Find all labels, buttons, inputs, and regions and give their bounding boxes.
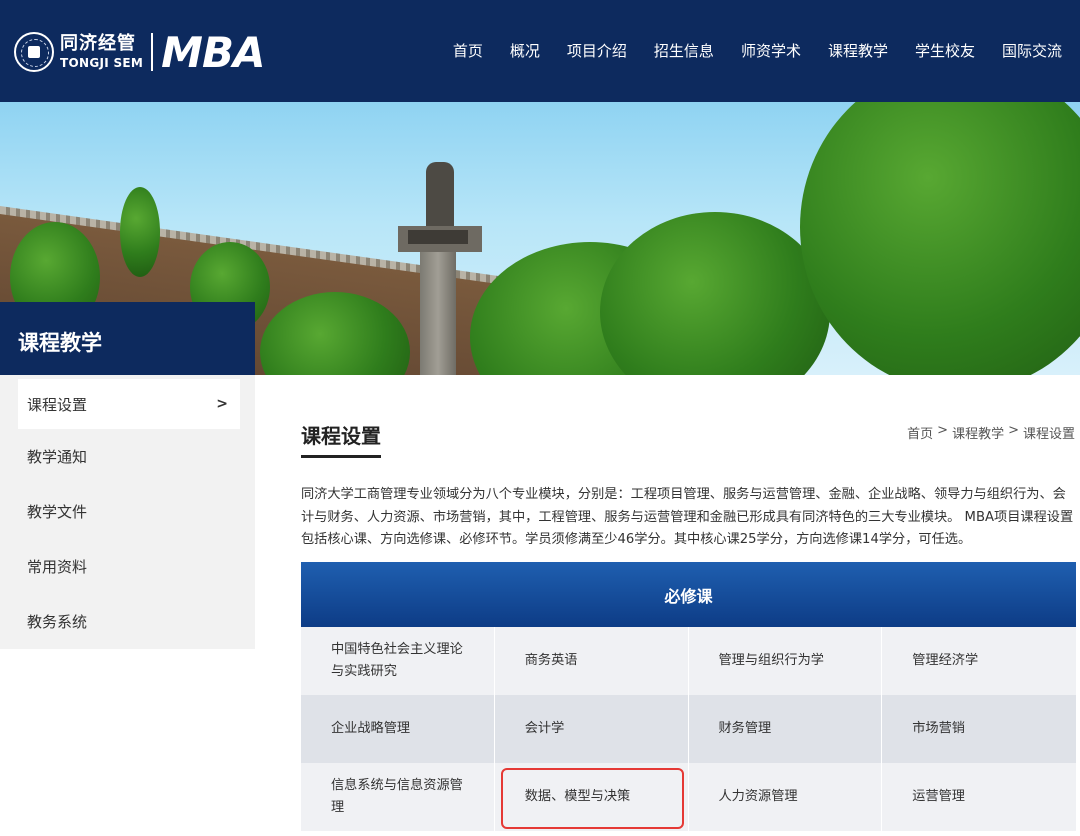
nav-faculty[interactable]: 师资学术 — [741, 40, 801, 61]
breadcrumb-separator: > — [1008, 423, 1019, 438]
sidebar-title: 课程教学 — [0, 302, 255, 375]
logo-text: 同济经管 TONGJI SEM — [60, 32, 144, 70]
nav-admissions[interactable]: 招生信息 — [654, 40, 714, 61]
breadcrumb-home[interactable]: 首页 — [907, 423, 933, 442]
university-seal-icon — [14, 32, 54, 72]
site-logo[interactable]: 同济经管 TONGJI SEM MBA — [14, 27, 265, 77]
table-cell: 管理与组织行为学 — [689, 627, 883, 695]
tree — [800, 102, 1080, 375]
logo-en: TONGJI SEM — [60, 55, 144, 70]
breadcrumb-curriculum[interactable]: 课程教学 — [952, 423, 1004, 442]
site-header: 同济经管 TONGJI SEM MBA 首页 概况 项目介绍 招生信息 师资学术… — [0, 0, 1080, 102]
required-courses-table: 必修课 中国特色社会主义理论与实践研究 商务英语 管理与组织行为学 管理经济学 … — [301, 562, 1076, 831]
monument-plaque — [408, 230, 468, 244]
nav-home[interactable]: 首页 — [453, 40, 483, 61]
breadcrumb-separator: > — [937, 423, 949, 438]
nav-program[interactable]: 项目介绍 — [567, 40, 627, 61]
table-cell: 会计学 — [495, 695, 689, 763]
table-cell: 财务管理 — [689, 695, 883, 763]
sidebar-item-academic-system[interactable]: 教务系统 — [0, 594, 255, 649]
sidebar-item-label: 教学通知 — [27, 448, 88, 466]
sidebar-item-label: 教学文件 — [27, 503, 88, 521]
main-nav: 首页 概况 项目介绍 招生信息 师资学术 课程教学 学生校友 国际交流 — [426, 40, 1062, 61]
page-title: 课程设置 — [301, 420, 381, 458]
breadcrumb: 首页 > 课程教学 > 课程设置 — [907, 423, 1075, 442]
intro-paragraph: 同济大学工商管理专业领域分为八个专业模块，分别是：工程项目管理、服务与运营管理、… — [301, 487, 1074, 547]
table-row: 企业战略管理 会计学 财务管理 市场营销 — [301, 695, 1076, 763]
nav-international[interactable]: 国际交流 — [1002, 40, 1062, 61]
tree — [600, 212, 830, 375]
table-cell: 中国特色社会主义理论与实践研究 — [301, 627, 495, 695]
monument-body — [420, 252, 456, 375]
nav-curriculum[interactable]: 课程教学 — [828, 40, 888, 61]
sidebar-item-label: 课程设置 — [27, 395, 88, 414]
table-cell: 商务英语 — [495, 627, 689, 695]
nav-overview[interactable]: 概况 — [510, 40, 540, 61]
table-cell: 市场营销 — [912, 721, 965, 736]
table-row: 信息系统与信息资源管理 数据、模型与决策 人力资源管理 运营管理 — [301, 763, 1076, 831]
tree — [120, 187, 160, 277]
highlight-box — [501, 768, 684, 829]
table-cell: 人力资源管理 — [689, 763, 883, 831]
sidebar-item-notices[interactable]: 教学通知 — [0, 429, 255, 484]
sidebar-item-label: 常用资料 — [27, 558, 88, 576]
breadcrumb-current: 课程设置 — [1022, 427, 1075, 442]
monument-top — [426, 162, 454, 232]
logo-cn: 同济经管 — [60, 32, 136, 54]
logo-mba: MBA — [161, 27, 265, 77]
chevron-right-icon: > — [216, 396, 228, 412]
table-cell: 企业战略管理 — [301, 695, 495, 763]
sidebar-menu: 课程设置 > 教学通知 教学文件 常用资料 教务系统 — [0, 375, 255, 649]
sidebar-item-course-setup[interactable]: 课程设置 > — [18, 379, 240, 429]
sidebar-item-label: 教务系统 — [27, 613, 88, 631]
table-cell: 信息系统与信息资源管理 — [301, 763, 495, 831]
sidebar-item-resources[interactable]: 常用资料 — [0, 539, 255, 594]
logo-divider — [151, 33, 154, 71]
table-row: 中国特色社会主义理论与实践研究 商务英语 管理与组织行为学 管理经济学 — [301, 627, 1076, 695]
table-cell: 管理经济学 — [912, 653, 979, 668]
sidebar-item-documents[interactable]: 教学文件 — [0, 484, 255, 539]
nav-alumni[interactable]: 学生校友 — [915, 40, 975, 61]
table-header: 必修课 — [301, 562, 1076, 627]
table-cell: 运营管理 — [912, 789, 965, 804]
